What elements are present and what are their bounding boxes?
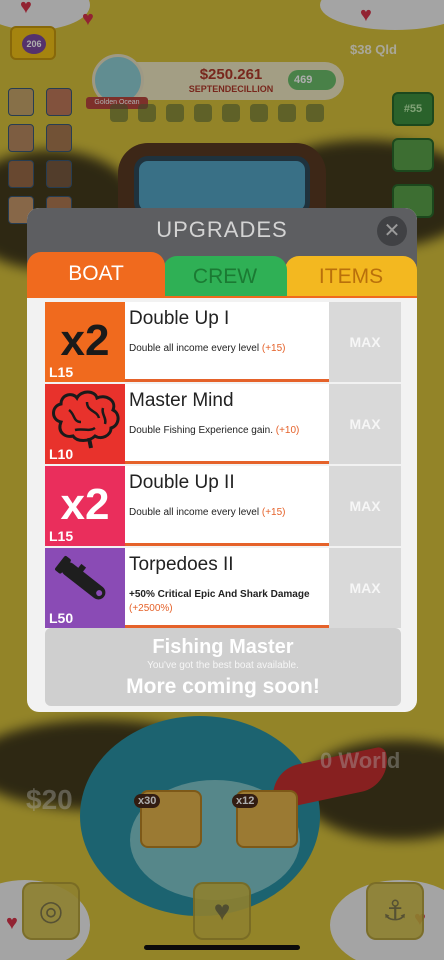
- close-icon: ✕: [383, 220, 401, 242]
- upgrade-bonus: (+10): [275, 425, 300, 436]
- upgrade-bonus: (+15): [261, 343, 286, 354]
- max-button[interactable]: MAX: [329, 548, 401, 628]
- tab-crew[interactable]: CREW: [163, 256, 287, 296]
- upgrade-description: +50% Critical Epic And Shark Damage (+25…: [129, 588, 329, 616]
- banner-more: More coming soon!: [126, 675, 320, 698]
- x2-icon: x2: [60, 480, 110, 529]
- upgrade-icon-tile: x2 L15: [45, 466, 125, 546]
- upgrade-name: Master Mind: [129, 390, 234, 411]
- tab-boat[interactable]: BOAT: [27, 252, 165, 296]
- upgrade-row: L50 Torpedoes II +50% Critical Epic And …: [45, 548, 401, 628]
- torpedo-icon: [55, 556, 106, 600]
- upgrade-icon-tile: L50: [45, 548, 125, 628]
- upgrade-description-text: Double all income every level: [129, 343, 260, 354]
- modal-header: UPGRADES ✕: [27, 208, 417, 252]
- upgrades-modal: UPGRADES ✕ BOAT CREW ITEMS x2 L15 Double…: [27, 208, 417, 712]
- banner-title: Fishing Master: [152, 636, 294, 658]
- upgrade-row: x2 L15 Double Up II Double all income ev…: [45, 466, 401, 546]
- upgrade-bonus: (+2500%): [129, 603, 173, 614]
- upgrade-icon-tile: L10: [45, 384, 125, 464]
- banner-subtitle: You've got the best boat available.: [147, 660, 299, 671]
- upgrade-name: Double Up II: [129, 472, 235, 493]
- upgrade-icon-tile: x2 L15: [45, 302, 125, 382]
- max-button[interactable]: MAX: [329, 384, 401, 464]
- fishing-master-banner: Fishing Master You've got the best boat …: [45, 628, 401, 706]
- row-divider: [125, 543, 329, 546]
- upgrade-description-text: +50% Critical Epic And Shark Damage: [129, 589, 310, 600]
- row-divider: [125, 379, 329, 382]
- upgrade-name: Torpedoes II: [129, 554, 234, 575]
- upgrade-level: L50: [49, 610, 74, 626]
- row-divider: [125, 461, 329, 464]
- upgrade-name: Double Up I: [129, 308, 230, 329]
- tab-items[interactable]: ITEMS: [285, 256, 417, 296]
- tab-bar: BOAT CREW ITEMS: [27, 252, 417, 296]
- upgrade-description-text: Double all income every level: [129, 507, 260, 518]
- close-button[interactable]: ✕: [377, 216, 407, 246]
- upgrade-level: L15: [49, 364, 74, 380]
- upgrade-level: L10: [49, 446, 74, 462]
- upgrade-description: Double all income every level (+15): [129, 506, 329, 520]
- x2-icon: x2: [60, 316, 110, 365]
- upgrade-row: x2 L15 Double Up I Double all income eve…: [45, 302, 401, 382]
- upgrade-row: L10 Master Mind Double Fishing Experienc…: [45, 384, 401, 464]
- upgrade-description: Double Fishing Experience gain. (+10): [129, 424, 329, 438]
- upgrade-bonus: (+15): [261, 507, 286, 518]
- modal-title: UPGRADES: [156, 217, 288, 242]
- upgrade-description-text: Double Fishing Experience gain.: [129, 425, 273, 436]
- max-button[interactable]: MAX: [329, 466, 401, 546]
- upgrade-list[interactable]: x2 L15 Double Up I Double all income eve…: [45, 298, 401, 628]
- brain-icon: [52, 390, 120, 449]
- upgrade-level: L15: [49, 528, 74, 544]
- max-button[interactable]: MAX: [329, 302, 401, 382]
- upgrade-description: Double all income every level (+15): [129, 342, 329, 356]
